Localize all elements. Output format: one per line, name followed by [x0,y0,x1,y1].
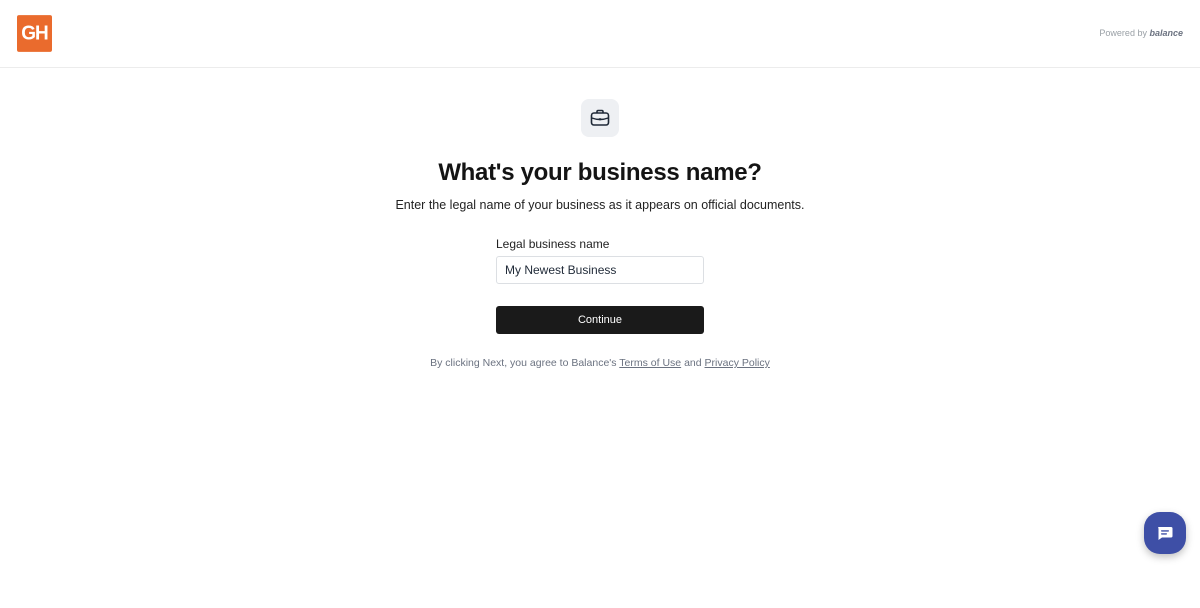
continue-button[interactable]: Continue [496,306,704,334]
business-name-input[interactable] [496,256,704,284]
legal-notice: By clicking Next, you agree to Balance's… [0,357,1200,369]
legal-prefix: By clicking Next, you agree to Balance's [430,357,617,369]
balance-brand: balance [1149,28,1183,38]
chat-widget-button[interactable] [1144,512,1186,554]
page-title: What's your business name? [438,159,762,186]
privacy-policy-link[interactable]: Privacy Policy [705,357,770,369]
business-name-label: Legal business name [496,237,610,251]
top-bar: GH Powered by balance [0,0,1200,68]
briefcase-icon [581,99,619,137]
terms-of-use-link[interactable]: Terms of Use [619,357,681,369]
powered-by: Powered by balance [1099,28,1183,38]
legal-and: and [684,357,702,369]
page-subtitle: Enter the legal name of your business as… [395,198,805,212]
page: GH Powered by balance What's your busine… [0,0,1200,608]
company-logo[interactable]: GH [17,15,52,52]
powered-by-prefix: Powered by [1099,28,1147,38]
chat-bubble-icon [1158,527,1173,540]
